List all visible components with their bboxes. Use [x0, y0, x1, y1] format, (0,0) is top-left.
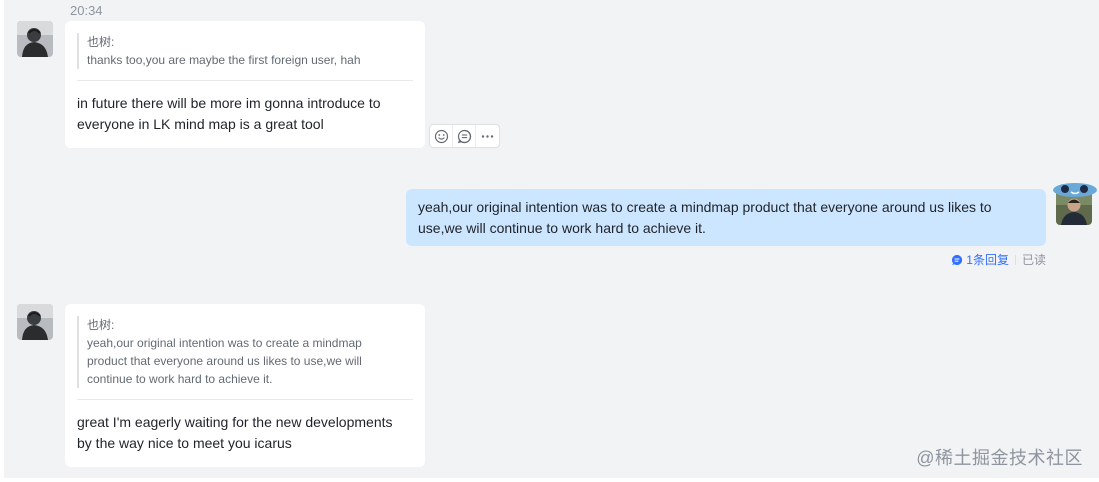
- reply-in-thread-icon[interactable]: [453, 125, 476, 147]
- own-message-bubble[interactable]: yeah,our original intention was to creat…: [406, 189, 1046, 246]
- quote-line: yeah,our original intention was to creat…: [87, 336, 362, 350]
- window-bottom-edge: [0, 478, 1099, 482]
- reply-bubble-icon: [952, 254, 963, 265]
- window-left-edge: [0, 0, 4, 482]
- quote-line: product that everyone around us likes to…: [87, 354, 362, 368]
- quote-text: thanks too,you are maybe the first forei…: [87, 53, 361, 67]
- sender-avatar[interactable]: [17, 21, 53, 57]
- read-status[interactable]: 已读: [1022, 251, 1046, 268]
- watermark: @稀土掘金技术社区: [916, 448, 1083, 468]
- quote-author: 也树:: [87, 35, 115, 49]
- quoted-message: 也树: thanks too,you are maybe the first f…: [77, 33, 413, 69]
- sender-avatar[interactable]: [17, 304, 53, 340]
- quote-author: 也树:: [87, 318, 115, 332]
- message-line: everyone in LK mind map is a great tool: [77, 116, 324, 132]
- message-meta: 1条回复 已读: [951, 251, 1046, 268]
- thread-replies-link[interactable]: 1条回复: [951, 251, 1009, 268]
- message-line: great I'm eagerly waiting for the new de…: [77, 414, 393, 430]
- message-timestamp: 20:34: [70, 3, 103, 18]
- message-line: use,we will continue to work hard to ach…: [418, 220, 706, 236]
- message-text: great I'm eagerly waiting for the new de…: [77, 400, 413, 454]
- message-text: in future there will be more im gonna in…: [77, 81, 413, 135]
- message-line: by the way nice to meet you icarus: [77, 435, 292, 451]
- quoted-message: 也树: yeah,our original intention was to c…: [77, 316, 413, 388]
- quote-line: continue to work hard to achieve it.: [87, 372, 273, 386]
- message-action-bar: [429, 124, 500, 148]
- sticker-decoration-icon: [1053, 183, 1097, 197]
- message-bubble[interactable]: 也树: thanks too,you are maybe the first f…: [65, 21, 425, 148]
- message-line: in future there will be more im gonna in…: [77, 95, 381, 111]
- thread-replies-label: 1条回复: [966, 253, 1009, 267]
- message-bubble[interactable]: 也树: yeah,our original intention was to c…: [65, 304, 425, 467]
- emoji-reaction-icon[interactable]: [430, 125, 453, 147]
- meta-divider: [1014, 254, 1016, 265]
- more-icon[interactable]: [476, 125, 499, 147]
- message-line: yeah,our original intention was to creat…: [418, 199, 992, 215]
